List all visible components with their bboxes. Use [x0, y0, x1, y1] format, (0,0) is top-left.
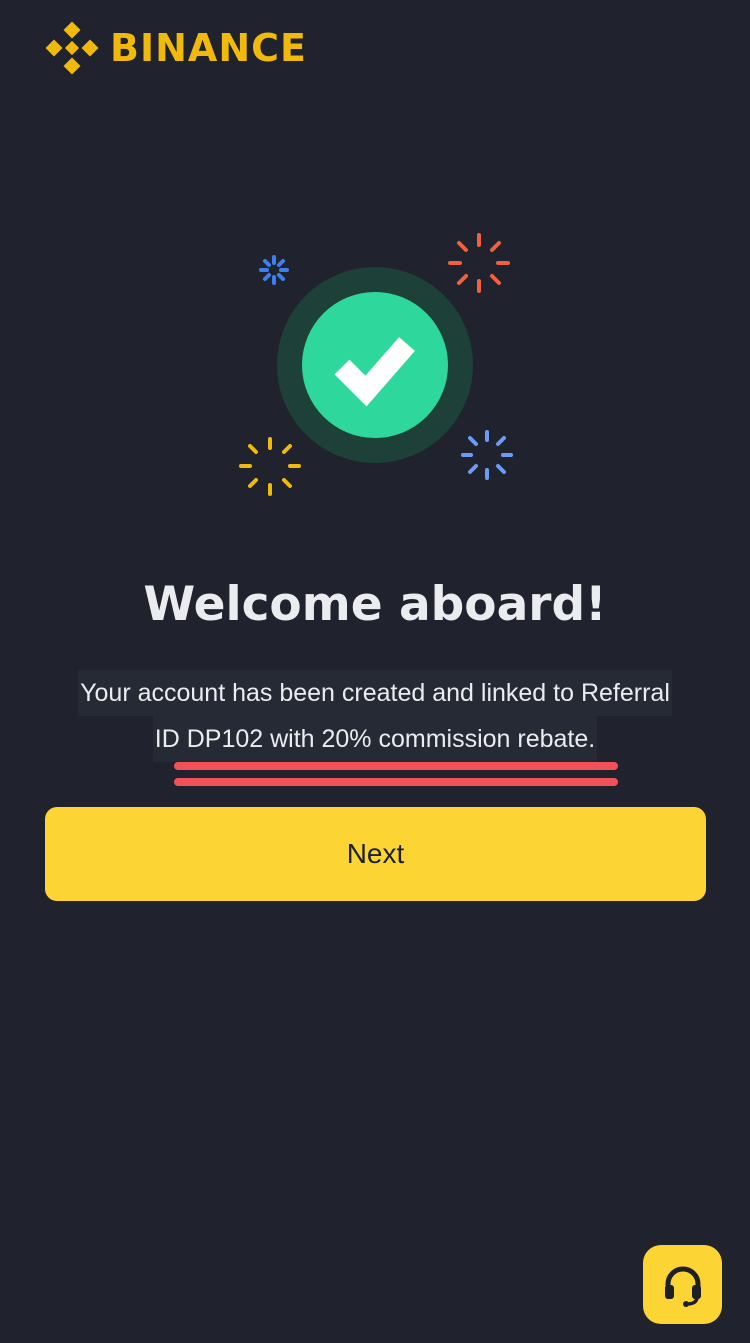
sparkle-icon-yellow — [239, 437, 301, 496]
sparkle-icon-blue — [259, 255, 289, 285]
highlight-underline — [174, 778, 618, 786]
binance-logo-icon — [45, 21, 99, 75]
message-line-2: ID DP102 with 20% commission rebate. — [152, 716, 598, 762]
confirmation-message: Your account has been created and linked… — [0, 670, 750, 762]
next-button[interactable]: Next — [45, 807, 706, 901]
page-title: Welcome aboard! — [143, 577, 607, 632]
check-circle-icon — [239, 233, 513, 496]
success-illustration — [225, 220, 525, 510]
highlight-underline — [174, 762, 618, 770]
sparkle-icon-orange — [448, 233, 510, 293]
support-button[interactable] — [643, 1245, 722, 1324]
header: BINANCE — [44, 20, 307, 76]
headset-icon — [664, 1266, 701, 1307]
message-line-1: Your account has been created and linked… — [78, 670, 672, 716]
brand-name: BINANCE — [110, 26, 307, 70]
sparkle-icon-lightblue — [461, 430, 513, 480]
